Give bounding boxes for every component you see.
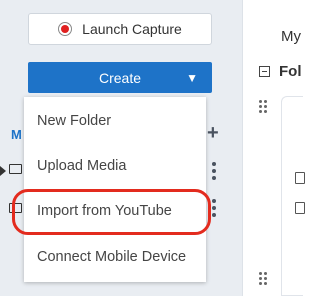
collapse-icon[interactable] [259, 66, 270, 77]
create-label: Create [98, 69, 142, 86]
menu-item-import-youtube[interactable]: Import from YouTube [24, 189, 206, 233]
menu-item-upload-media[interactable]: Upload Media [24, 144, 206, 188]
sidebar: Launch Capture Create ▼ M + New Folder U… [0, 0, 242, 296]
media-thumbnail-icon[interactable] [295, 172, 305, 184]
media-panel [281, 96, 303, 296]
folder-section-title: Fol [279, 63, 302, 80]
page-title: My [281, 28, 301, 45]
caret-down-icon[interactable]: ▼ [186, 71, 198, 85]
create-dropdown-menu: New Folder Upload Media Import from YouT… [24, 97, 206, 282]
folder-icon [9, 164, 22, 174]
menu-item-connect-mobile[interactable]: Connect Mobile Device [24, 235, 206, 279]
launch-capture-button[interactable]: Launch Capture [28, 13, 212, 45]
create-button[interactable]: Create ▼ [28, 62, 212, 93]
add-icon[interactable]: + [207, 122, 219, 145]
sidebar-section-title: M [11, 127, 22, 142]
media-thumbnail-icon[interactable] [295, 202, 305, 214]
record-icon [58, 22, 73, 36]
more-options-icon[interactable] [212, 162, 216, 180]
launch-capture-label: Launch Capture [82, 21, 182, 37]
menu-item-new-folder[interactable]: New Folder [24, 99, 206, 143]
more-options-icon[interactable] [212, 199, 216, 217]
drag-handle-icon[interactable] [259, 100, 267, 113]
main-content: My Fol [242, 0, 305, 296]
folder-icon [9, 203, 22, 213]
expand-arrow-icon[interactable] [0, 166, 6, 176]
drag-handle-icon[interactable] [259, 272, 267, 285]
